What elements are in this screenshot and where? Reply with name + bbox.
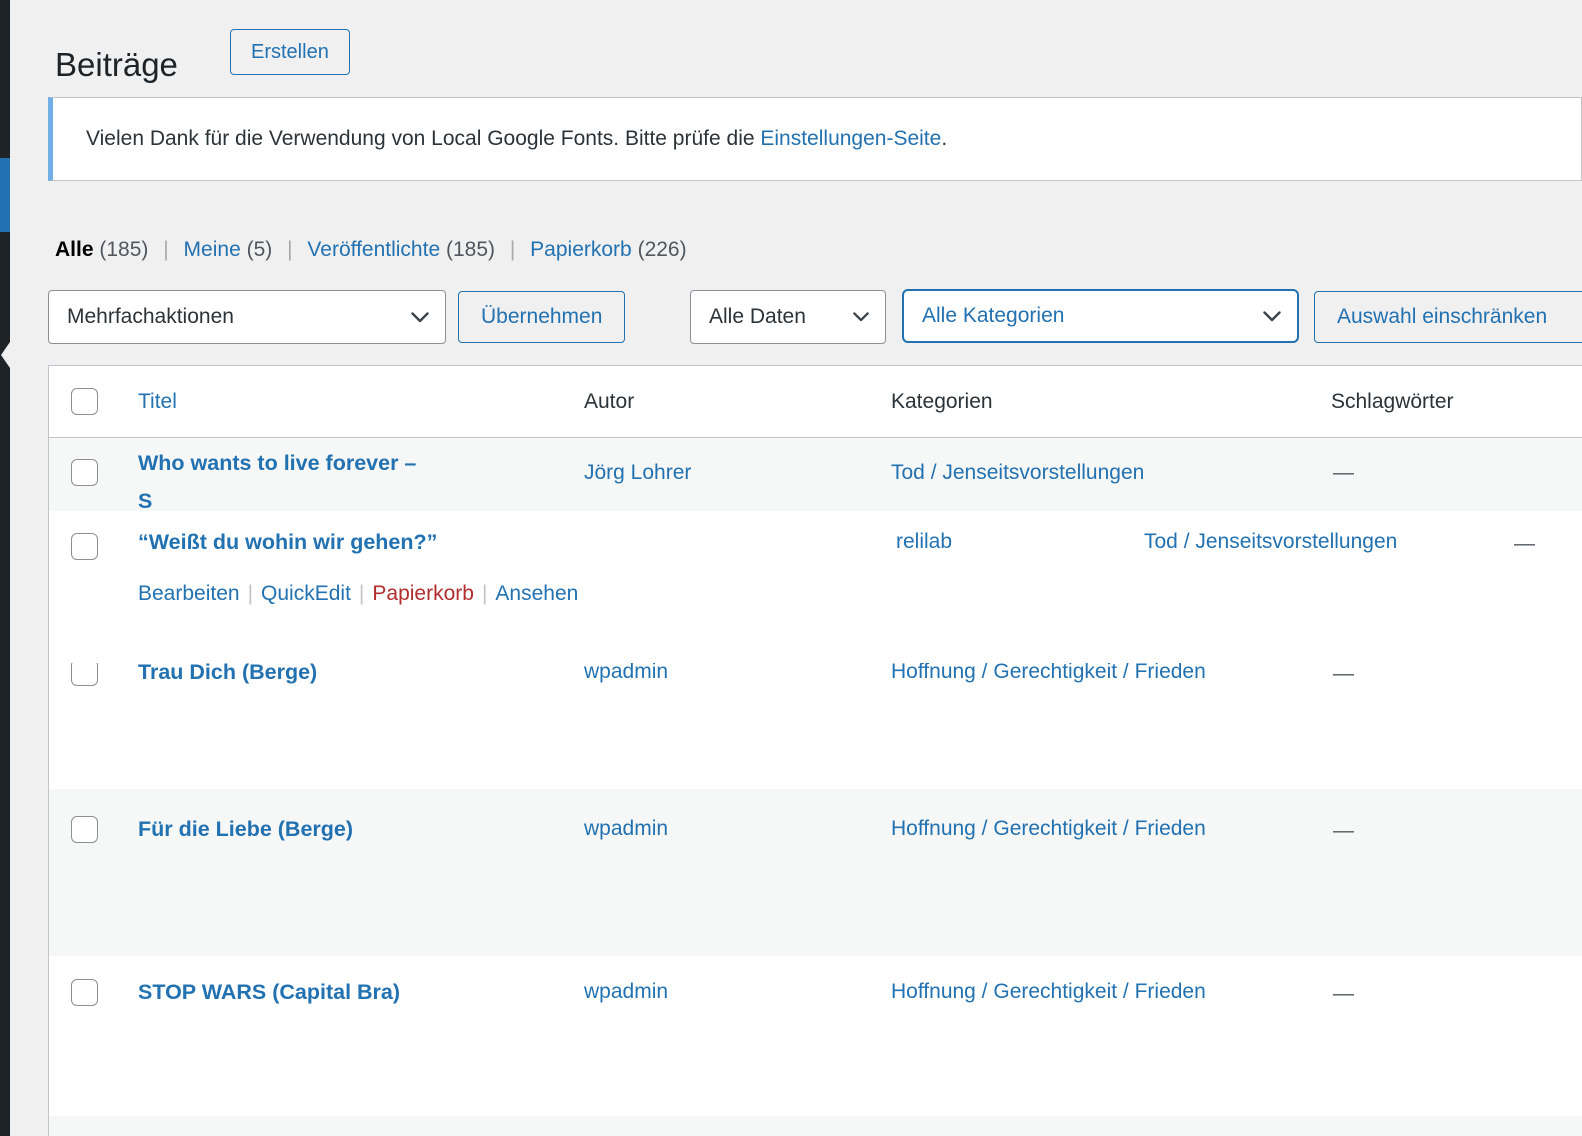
- post-title-link[interactable]: STOP WARS (Capital Bra): [138, 973, 400, 1011]
- column-header-categories: Kategorien: [891, 390, 993, 414]
- table-row: Für die Liebe (Berge) wpadmin Hoffnung /…: [49, 789, 1582, 956]
- notice-message: Vielen Dank für die Verwendung von Local…: [86, 127, 760, 150]
- trash-action-link[interactable]: Papierkorb: [372, 582, 474, 605]
- row-checkbox[interactable]: [71, 816, 98, 843]
- categories-filter-value: Alle Kategorien: [922, 304, 1064, 328]
- author-link[interactable]: wpadmin: [584, 810, 668, 848]
- tags-value: —: [1333, 812, 1354, 850]
- bulk-actions-value: Mehrfachaktionen: [67, 305, 234, 329]
- posts-list-page: Beiträge Erstellen Vielen Dank für die V…: [0, 0, 1582, 1136]
- post-title-link[interactable]: Who wants to live forever –S: [138, 444, 518, 511]
- row-checkbox[interactable]: [71, 659, 98, 686]
- table-header-row: Titel Autor Kategorien Schlagwörter: [49, 366, 1582, 438]
- admin-menu-active-item[interactable]: [0, 158, 10, 232]
- post-title-link[interactable]: “Weißt du wohin wir gehen?”: [138, 523, 437, 561]
- row-checkbox[interactable]: [71, 459, 98, 486]
- separator: |: [474, 582, 495, 605]
- row-actions: Bearbeiten|QuickEdit|Papierkorb|Ansehen: [138, 579, 578, 609]
- page-title: Beiträge: [55, 44, 178, 87]
- notice-banner: Vielen Dank für die Verwendung von Local…: [48, 97, 1582, 181]
- filter-button[interactable]: Auswahl einschränken: [1314, 291, 1582, 343]
- tags-value: —: [1333, 975, 1354, 1013]
- categories-link[interactable]: Tod / Jenseitsvorstellungen: [1144, 523, 1397, 561]
- view-filter-meine[interactable]: Meine: [184, 238, 241, 261]
- column-header-tags: Schlagwörter: [1331, 390, 1454, 414]
- table-row: Who wants to live forever –S Jörg Lohrer…: [49, 438, 1582, 511]
- table-row: STOP WARS (Capital Bra) wpadmin Hoffnung…: [49, 956, 1582, 1116]
- chevron-down-icon: [1263, 311, 1281, 322]
- apply-button[interactable]: Übernehmen: [458, 291, 625, 343]
- select-all-checkbox[interactable]: [71, 388, 98, 415]
- create-post-button[interactable]: Erstellen: [230, 29, 350, 75]
- quick-edit-action-link[interactable]: QuickEdit: [261, 582, 351, 605]
- separator: |: [501, 238, 524, 261]
- column-header-title[interactable]: Titel: [138, 390, 177, 414]
- separator: |: [278, 238, 301, 261]
- view-filter-papierkorb[interactable]: Papierkorb: [530, 238, 632, 261]
- collapse-arrow-icon: [1, 342, 10, 368]
- tags-value: —: [1333, 454, 1354, 492]
- view-count-papierkorb: (226): [638, 238, 687, 261]
- author-link[interactable]: relilab: [896, 523, 952, 561]
- view-action-link[interactable]: Ansehen: [495, 582, 578, 605]
- view-filter-alle[interactable]: Alle: [55, 238, 94, 261]
- bulk-actions-select[interactable]: Mehrfachaktionen: [48, 290, 446, 344]
- notice-suffix: .: [941, 127, 947, 150]
- admin-menu-collapsed[interactable]: [0, 0, 10, 1136]
- categories-filter-select[interactable]: Alle Kategorien: [902, 289, 1299, 343]
- posts-table: Titel Autor Kategorien Schlagwörter Who …: [48, 365, 1582, 1136]
- row-checkbox[interactable]: [71, 979, 98, 1006]
- tags-value: —: [1514, 525, 1535, 563]
- dates-filter-value: Alle Daten: [709, 305, 806, 329]
- categories-link[interactable]: Hoffnung / Gerechtigkeit / Frieden: [891, 973, 1211, 1011]
- view-count-alle: (185): [99, 238, 148, 261]
- dates-filter-select[interactable]: Alle Daten: [690, 290, 886, 344]
- view-filters: Alle (185) | Meine (5) | Veröffentlichte…: [55, 238, 687, 262]
- view-count-veroeffentlichte: (185): [446, 238, 495, 261]
- column-header-author: Autor: [584, 390, 634, 414]
- separator: |: [240, 582, 261, 605]
- settings-page-link[interactable]: Einstellungen-Seite: [760, 127, 941, 150]
- author-link[interactable]: Jörg Lohrer: [584, 454, 691, 492]
- separator: |: [351, 582, 372, 605]
- separator: |: [154, 238, 177, 261]
- chevron-down-icon: [411, 312, 429, 323]
- post-title-link[interactable]: Für die Liebe (Berge): [138, 810, 353, 848]
- edit-action-link[interactable]: Bearbeiten: [138, 582, 240, 605]
- chevron-down-icon: [853, 312, 869, 322]
- notice-text: Vielen Dank für die Verwendung von Local…: [53, 127, 947, 151]
- view-count-meine: (5): [247, 238, 273, 261]
- categories-link[interactable]: Hoffnung / Gerechtigkeit / Frieden: [891, 810, 1211, 848]
- row-checkbox[interactable]: [71, 533, 98, 560]
- view-filter-veroeffentlichte[interactable]: Veröffentlichte: [307, 238, 440, 261]
- table-row-hovered: “Weißt du wohin wir gehen?” relilab Tod …: [49, 511, 1582, 663]
- categories-link[interactable]: Tod / Jenseitsvorstellungen: [891, 454, 1211, 492]
- table-row-partial: [49, 1116, 1582, 1136]
- author-link[interactable]: wpadmin: [584, 973, 668, 1011]
